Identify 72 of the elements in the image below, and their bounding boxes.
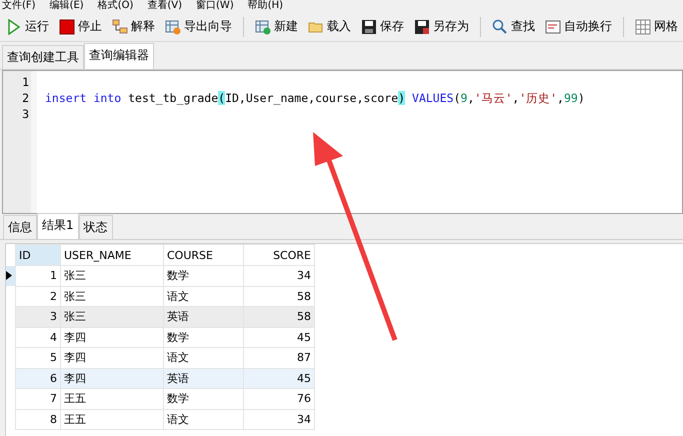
table-cell: 76 [244,388,314,409]
toolbar-button[interactable]: 新建 [252,16,301,37]
toolbar-button[interactable]: 停止 [56,16,105,37]
table-row[interactable]: 8 王五 语文 34 [6,409,314,430]
stop-icon [59,18,75,34]
text-wrap-icon [545,18,561,34]
table-cell: 7 [16,388,60,409]
column-header[interactable]: COURSE [164,244,244,266]
table-cell: 李四 [60,368,164,388]
toolbar-button[interactable]: 导出向导 [162,16,235,37]
line-number: 3 [21,106,30,122]
column-header[interactable]: ID [16,244,60,266]
table-cell: 张三 [60,266,164,286]
save-icon [361,18,377,34]
search-icon [492,18,508,34]
table-cell: 李四 [60,327,164,348]
line-number: 1 [21,74,30,90]
table-cell: 6 [16,368,60,388]
menu-item[interactable]: 编辑(E) [50,0,84,12]
table-cell: 王五 [60,388,164,409]
column-header[interactable]: SCORE [244,244,314,266]
toolbar-button[interactable]: 网格 [632,16,681,37]
table-cell: 张三 [60,306,164,327]
save-as-icon [414,18,430,34]
table-cell: 英语 [164,306,244,327]
toolbar-button[interactable]: 另存为 [411,16,472,37]
editor-tab[interactable]: 查询编辑器 [84,43,154,69]
table-cell: 34 [244,266,314,286]
table-cell: 5 [16,348,60,368]
code-line: insert into test_tb_grade(ID,User_name,course,score) VALUES(9,'马云','历史',99) [45,90,586,106]
line-number: 2 [21,90,30,106]
table-cell: 语文 [164,348,244,368]
table-cell: 34 [244,409,314,430]
toolbar-button[interactable]: 载入 [305,16,354,37]
sql-editor[interactable]: 1 2 3 insert into test_tb_grade(ID,User_name,course,score) VALUES(9,'马云','历史',99) [2,70,683,214]
table-cell: 8 [16,409,60,430]
toolbar-button[interactable]: 保存 [358,16,407,37]
toolbar-button[interactable]: 查找 [489,16,538,37]
table-cell: 45 [244,368,314,388]
table-cell: 87 [244,348,314,368]
table-cell: 王五 [60,409,164,430]
table-cell: 数学 [164,388,244,409]
table-cell: 1 [16,266,60,286]
menu-item[interactable]: 格式(O) [98,0,134,12]
table-row[interactable]: 1 张三 数学 34 [6,266,314,286]
table-add-icon [255,18,271,34]
table-cell: 3 [16,306,60,327]
table-row[interactable]: 4 李四 数学 45 [6,327,314,348]
play-icon [6,18,22,34]
result-tab[interactable]: 信息 [3,215,37,239]
tree-icon [112,18,128,34]
table-row[interactable]: 5 李四 语文 87 [6,348,314,368]
table-row[interactable]: 7 王五 数学 76 [6,388,314,409]
column-header[interactable]: USER_NAME [60,244,164,266]
table-cell: 45 [244,327,314,348]
table-cell: 4 [16,327,60,348]
table-cell: 数学 [164,266,244,286]
menu-item[interactable]: 查看(V) [147,0,182,12]
table-cell: 数学 [164,327,244,348]
table-cell: 语文 [164,409,244,430]
result-tab[interactable]: 结果1 [37,213,79,239]
editor-tab[interactable]: 查询创建工具 [2,45,84,69]
table-cell: 英语 [164,368,244,388]
toolbar-button[interactable]: 运行 [3,16,52,37]
table-export-icon [165,18,181,34]
toolbar-button[interactable]: 解释 [109,16,158,37]
result-tab[interactable]: 状态 [78,215,113,239]
table-cell: 58 [244,306,314,327]
toolbar-button[interactable]: 自动换行 [542,16,615,37]
grid-icon [635,18,651,34]
menu-item[interactable]: 帮助(H) [248,0,284,12]
table-cell: 李四 [60,348,164,368]
